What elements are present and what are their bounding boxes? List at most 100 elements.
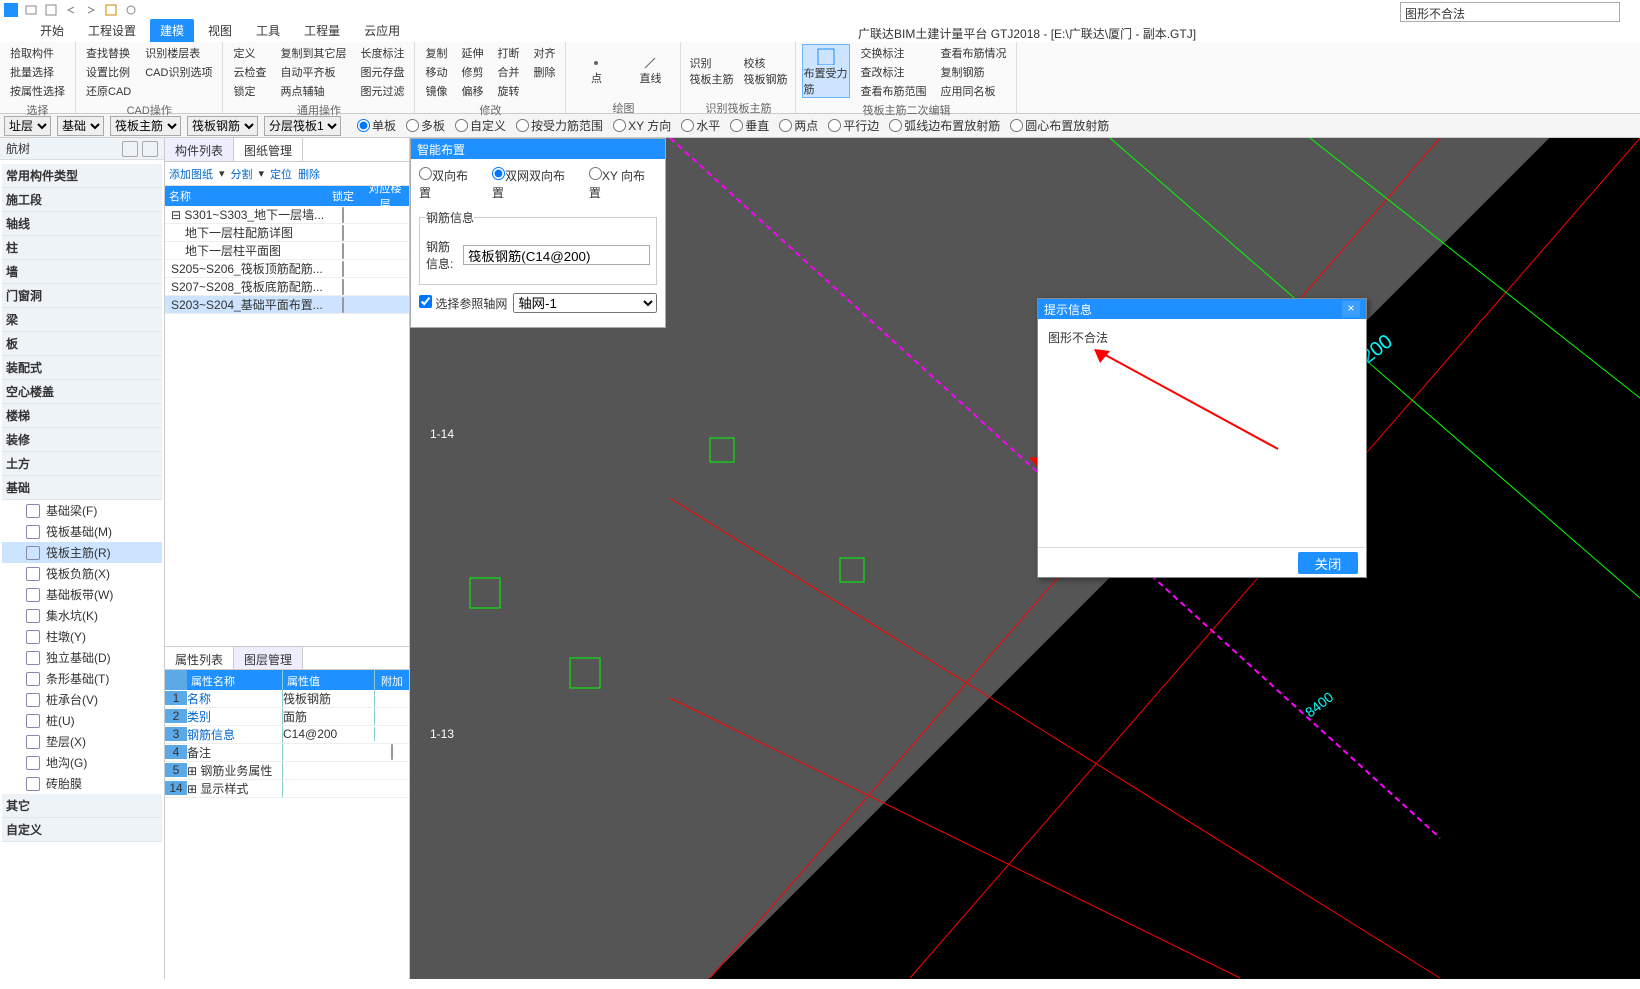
- dialog-close-icon[interactable]: ×: [1342, 301, 1360, 317]
- radio-center-radial[interactable]: 圆心布置放射筋: [1010, 117, 1109, 134]
- radio-horizontal[interactable]: 水平: [681, 117, 720, 134]
- component-select[interactable]: 筏板钢筋: [187, 116, 258, 136]
- align-button[interactable]: 对齐: [529, 44, 559, 62]
- tab-project-settings[interactable]: 工程设置: [78, 19, 146, 42]
- nav-category[interactable]: 门窗洞: [2, 284, 162, 308]
- view-rebar-status-button[interactable]: 查看布筋情况: [936, 44, 1010, 62]
- radio-custom[interactable]: 自定义: [455, 117, 506, 134]
- nav-item[interactable]: 基础梁(F): [2, 500, 162, 521]
- restore-cad-button[interactable]: 还原CAD: [82, 82, 135, 100]
- nav-item[interactable]: 独立基础(D): [2, 647, 162, 668]
- nav-category[interactable]: 空心楼盖: [2, 380, 162, 404]
- radio-xy[interactable]: XY 方向: [613, 117, 671, 134]
- nav-item[interactable]: 柱墩(Y): [2, 626, 162, 647]
- redo-icon[interactable]: [84, 3, 98, 17]
- property-row[interactable]: 2类别面筋: [165, 708, 409, 726]
- floor-select[interactable]: 址层: [4, 116, 51, 136]
- nav-item[interactable]: 桩(U): [2, 710, 162, 731]
- tab-drawing-mgmt[interactable]: 图纸管理: [234, 138, 303, 161]
- find-replace-button[interactable]: 查找替换: [82, 44, 135, 62]
- swap-dim-button[interactable]: 交换标注: [856, 44, 930, 62]
- radio-xy-dir[interactable]: XY 向布置: [589, 167, 657, 201]
- nav-item[interactable]: 筏板负筋(X): [2, 563, 162, 584]
- radio-single[interactable]: 单板: [357, 117, 396, 134]
- property-row[interactable]: 3钢筋信息C14@200: [165, 726, 409, 744]
- nav-category[interactable]: 施工段: [2, 188, 162, 212]
- view-rebar-range-button[interactable]: 查看布筋范围: [856, 82, 930, 100]
- nav-category[interactable]: 常用构件类型: [2, 164, 162, 188]
- radio-dual-bidir[interactable]: 双网双向布置: [492, 167, 577, 201]
- nav-item[interactable]: 桩承台(V): [2, 689, 162, 710]
- verify-rebar-button[interactable]: 校核 筏板钢筋: [741, 44, 789, 98]
- pick-component-button[interactable]: 拾取构件: [6, 44, 69, 62]
- nav-item[interactable]: 垫层(X): [2, 731, 162, 752]
- length-dim-button[interactable]: 长度标注: [356, 44, 408, 62]
- copy-to-layer-button[interactable]: 复制到其它层: [276, 44, 350, 62]
- define-button[interactable]: 定义: [229, 44, 270, 62]
- drawing-row[interactable]: ⊟ S301~S303_地下一层墙...: [165, 206, 409, 224]
- cloud-check-button[interactable]: 云检查: [229, 63, 270, 81]
- tab-modeling[interactable]: 建模: [150, 19, 194, 42]
- tab-component-list[interactable]: 构件列表: [165, 138, 234, 161]
- lock-icon[interactable]: [342, 297, 344, 313]
- rebar-info-input[interactable]: [463, 245, 650, 265]
- nav-category[interactable]: 装修: [2, 428, 162, 452]
- property-row[interactable]: 5⊞ 钢筋业务属性: [165, 762, 409, 780]
- elem-save-button[interactable]: 图元存盘: [356, 63, 408, 81]
- two-point-axis-button[interactable]: 两点辅轴: [276, 82, 350, 100]
- lock-icon[interactable]: [342, 279, 344, 295]
- ref-grid-select[interactable]: 轴网-1: [513, 293, 657, 313]
- tab-quantity[interactable]: 工程量: [294, 19, 350, 42]
- set-scale-button[interactable]: 设置比例: [82, 63, 135, 81]
- apply-same-slab-button[interactable]: 应用同名板: [936, 82, 1010, 100]
- lock-icon[interactable]: [342, 207, 344, 223]
- batch-select-button[interactable]: 批量选择: [6, 63, 69, 81]
- nav-category[interactable]: 楼梯: [2, 404, 162, 428]
- merge-button[interactable]: 合并: [493, 63, 523, 81]
- delete-drawing-button[interactable]: 删除: [298, 166, 320, 182]
- nav-category[interactable]: 梁: [2, 308, 162, 332]
- property-row[interactable]: 4备注: [165, 744, 409, 762]
- nav-category[interactable]: 板: [2, 332, 162, 356]
- recognize-floor-button[interactable]: 识别楼层表: [141, 44, 216, 62]
- dialog-close-button[interactable]: 关闭: [1298, 552, 1358, 574]
- copy-button[interactable]: 复制: [421, 44, 451, 62]
- tab-layer-mgmt[interactable]: 图层管理: [234, 647, 303, 669]
- tab-properties[interactable]: 属性列表: [165, 647, 234, 669]
- radio-multi[interactable]: 多板: [406, 117, 445, 134]
- split-button[interactable]: 分割: [231, 166, 253, 182]
- offset-button[interactable]: 偏移: [457, 82, 487, 100]
- save-icon[interactable]: [44, 3, 58, 17]
- nav-category[interactable]: 自定义: [2, 818, 162, 842]
- edit-dim-button[interactable]: 查改标注: [856, 63, 930, 81]
- nav-category[interactable]: 土方: [2, 452, 162, 476]
- mirror-button[interactable]: 镜像: [421, 82, 451, 100]
- nav-item[interactable]: 筏板主筋(R): [2, 542, 162, 563]
- settings-icon[interactable]: [124, 3, 138, 17]
- radio-vertical[interactable]: 垂直: [730, 117, 769, 134]
- radio-arc-radial[interactable]: 弧线边布置放射筋: [889, 117, 1000, 134]
- nav-category[interactable]: 其它: [2, 794, 162, 818]
- drawing-row[interactable]: 地下一层柱平面图: [165, 242, 409, 260]
- property-row[interactable]: 14⊞ 显示样式: [165, 780, 409, 798]
- report-icon[interactable]: [104, 3, 118, 17]
- nav-item[interactable]: 基础板带(W): [2, 584, 162, 605]
- lock-icon[interactable]: [342, 225, 344, 241]
- copy-rebar-button[interactable]: 复制钢筋: [936, 63, 1010, 81]
- nav-item[interactable]: 条形基础(T): [2, 668, 162, 689]
- nav-item[interactable]: 砖胎膜: [2, 773, 162, 794]
- rotate-button[interactable]: 旋转: [493, 82, 523, 100]
- nav-category[interactable]: 柱: [2, 236, 162, 260]
- type-select[interactable]: 筏板主筋: [110, 116, 181, 136]
- category-select[interactable]: 基础: [57, 116, 104, 136]
- tab-cloud[interactable]: 云应用: [354, 19, 410, 42]
- drawing-row[interactable]: S207~S208_筏板底筋配筋...: [165, 278, 409, 296]
- property-row[interactable]: 1名称筏板钢筋: [165, 690, 409, 708]
- layer-select[interactable]: 分层筏板1: [264, 116, 341, 136]
- drawing-row[interactable]: 地下一层柱配筋详图: [165, 224, 409, 242]
- break-button[interactable]: 打断: [493, 44, 523, 62]
- lock-icon[interactable]: [342, 243, 344, 259]
- drawing-row[interactable]: S203~S204_基础平面布置...: [165, 296, 409, 314]
- move-button[interactable]: 移动: [421, 63, 451, 81]
- nav-item[interactable]: 筏板基础(M): [2, 521, 162, 542]
